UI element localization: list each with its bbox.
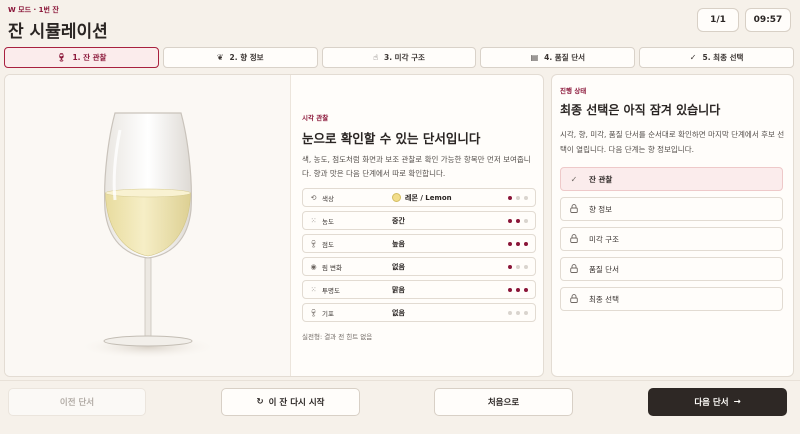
- progress-title: 최종 선택은 아직 잠겨 있습니다: [560, 103, 721, 117]
- step-glass-observation[interactable]: ✓ 잔 관찰: [560, 167, 783, 191]
- tab-label: 2. 향 정보: [229, 53, 264, 62]
- level-dots: [508, 264, 528, 269]
- level-dots: [508, 310, 528, 315]
- row-value: 없음: [392, 262, 405, 271]
- row-label: 투명도: [322, 286, 340, 295]
- button-label: 처음으로: [487, 398, 520, 408]
- eye-icon: ◉: [310, 262, 317, 271]
- row-label: 농도: [322, 217, 334, 226]
- page-title: 잔 시뮬레이션: [8, 22, 108, 42]
- observation-row-viscosity: 🍷︎ 점도 높음: [302, 234, 536, 253]
- droplet-icon: ⟲: [310, 193, 317, 202]
- next-clue-button[interactable]: 다음 단서 →: [648, 388, 787, 416]
- progress-panel: 진행 상태 최종 선택은 아직 잠겨 있습니다 시각, 향, 미각, 품질 단서…: [551, 74, 794, 377]
- page-indicator: 1/1: [697, 8, 739, 32]
- glass-icon: 🍷︎: [56, 53, 67, 62]
- step-palate-structure: 미각 구조: [560, 227, 783, 251]
- step-label: 미각 구조: [589, 234, 619, 244]
- row-value: 높음: [392, 239, 405, 248]
- step-label: 향 정보: [589, 204, 613, 214]
- document-icon: ▤: [530, 53, 539, 62]
- bubble-icon: 🍷︎: [309, 308, 318, 317]
- wine-glass-illustration: [78, 112, 218, 359]
- mode-label: W 모드 · 1번 잔: [8, 6, 59, 14]
- row-value: 없음: [392, 308, 405, 317]
- observation-list: ⟲ 색상 레몬 / Lemon ⁙ 농도 중간 🍷︎ 점도 높음 ◉ 림 변화 …: [302, 188, 536, 326]
- tab-label: 3. 미각 구조: [383, 53, 425, 62]
- observation-info: 시각 관찰 눈으로 확인할 수 있는 단서입니다 색, 농도, 점도처럼 화면과…: [302, 75, 536, 376]
- hand-icon: ☝: [373, 53, 378, 62]
- prev-clue-button[interactable]: 이전 단서: [8, 388, 146, 416]
- arrow-right-icon: →: [733, 397, 741, 407]
- progress-label: 진행 상태: [560, 87, 587, 95]
- observation-row-clarity: ⁙ 투명도 맑음: [302, 280, 536, 299]
- home-button[interactable]: 처음으로: [434, 388, 573, 416]
- tab-quality-clues[interactable]: ▤ 4. 품질 단서: [480, 47, 636, 68]
- timer-display: 09:57: [745, 8, 791, 32]
- observation-panel: 시각 관찰 눈으로 확인할 수 있는 단서입니다 색, 농도, 점도처럼 화면과…: [4, 74, 544, 377]
- tab-label: 5. 최종 선택: [702, 53, 744, 62]
- footer-bar: 이전 단서 ↻ 이 잔 다시 시작 처음으로 다음 단서 →: [0, 380, 800, 434]
- step-label: 품질 단서: [589, 264, 619, 274]
- level-dots: [508, 287, 528, 292]
- mode-note: 실전형: 결과 전 힌트 없음: [302, 333, 373, 341]
- level-dots: [508, 195, 528, 200]
- section-label: 시각 관찰: [302, 114, 329, 122]
- observation-row-intensity: ⁙ 농도 중간: [302, 211, 536, 230]
- row-value: 중간: [392, 216, 405, 225]
- aroma-icon: ❦: [216, 53, 224, 62]
- color-swatch: [392, 193, 401, 202]
- tab-final-choice[interactable]: ✓ 5. 최종 선택: [639, 47, 794, 68]
- app-header: W 모드 · 1번 잔 잔 시뮬레이션 1/1 09:57: [0, 0, 800, 44]
- step-aroma-info: 향 정보: [560, 197, 783, 221]
- observation-row-color: ⟲ 색상 레몬 / Lemon: [302, 188, 536, 207]
- viscosity-icon: 🍷︎: [309, 239, 318, 248]
- lock-icon: [569, 293, 579, 305]
- tab-glass-observation[interactable]: 🍷︎ 1. 잔 관찰: [4, 47, 159, 68]
- progress-description: 시각, 향, 미각, 품질 단서를 순서대로 확인하면 마지막 단계에서 후보 …: [560, 130, 785, 154]
- row-value: 레몬 / Lemon: [405, 193, 452, 202]
- clarity-icon: ⁙: [310, 285, 317, 294]
- check-icon: ✓: [689, 53, 697, 62]
- step-tabs: 🍷︎ 1. 잔 관찰 ❦ 2. 향 정보 ☝ 3. 미각 구조 ▤ 4. 품질 …: [4, 47, 794, 69]
- button-label: 이 잔 다시 시작: [268, 398, 325, 408]
- row-label: 기포: [322, 309, 334, 318]
- section-title: 눈으로 확인할 수 있는 단서입니다: [302, 131, 481, 146]
- step-label: 최종 선택: [589, 294, 619, 304]
- intensity-icon: ⁙: [310, 216, 317, 225]
- lock-icon: [569, 233, 579, 245]
- observation-row-rim: ◉ 림 변화 없음: [302, 257, 536, 276]
- tab-label: 4. 품질 단서: [544, 53, 586, 62]
- check-icon: ✓: [570, 174, 578, 184]
- progress-steps: ✓ 잔 관찰 향 정보 미각 구조 품질 단서 최종 선택: [560, 167, 783, 317]
- level-dots: [508, 218, 528, 223]
- button-label: 다음 단서: [694, 398, 729, 408]
- lock-icon: [569, 263, 579, 275]
- row-label: 림 변화: [322, 263, 343, 272]
- step-quality-clues: 품질 단서: [560, 257, 783, 281]
- row-label: 점도: [322, 240, 334, 249]
- tab-label: 1. 잔 관찰: [72, 53, 107, 62]
- restart-glass-button[interactable]: ↻ 이 잔 다시 시작: [221, 388, 360, 416]
- lock-icon: [569, 203, 579, 215]
- tab-palate-structure[interactable]: ☝ 3. 미각 구조: [321, 47, 477, 68]
- level-dots: [508, 241, 528, 246]
- section-description: 색, 농도, 점도처럼 화면과 보조 관찰로 확인 가능한 항목만 먼저 보여줍…: [302, 155, 531, 178]
- tab-aroma-info[interactable]: ❦ 2. 향 정보: [162, 47, 318, 68]
- row-label: 색상: [322, 194, 334, 203]
- step-label: 잔 관찰: [589, 174, 613, 184]
- refresh-icon: ↻: [256, 397, 264, 407]
- step-final-choice: 최종 선택: [560, 287, 783, 311]
- button-label: 이전 단서: [59, 398, 95, 408]
- wine-liquid: [105, 189, 191, 257]
- wine-glass-image: [5, 75, 291, 376]
- row-value: 맑음: [392, 285, 405, 294]
- observation-row-bubbles: 🍷︎ 기포 없음: [302, 303, 536, 322]
